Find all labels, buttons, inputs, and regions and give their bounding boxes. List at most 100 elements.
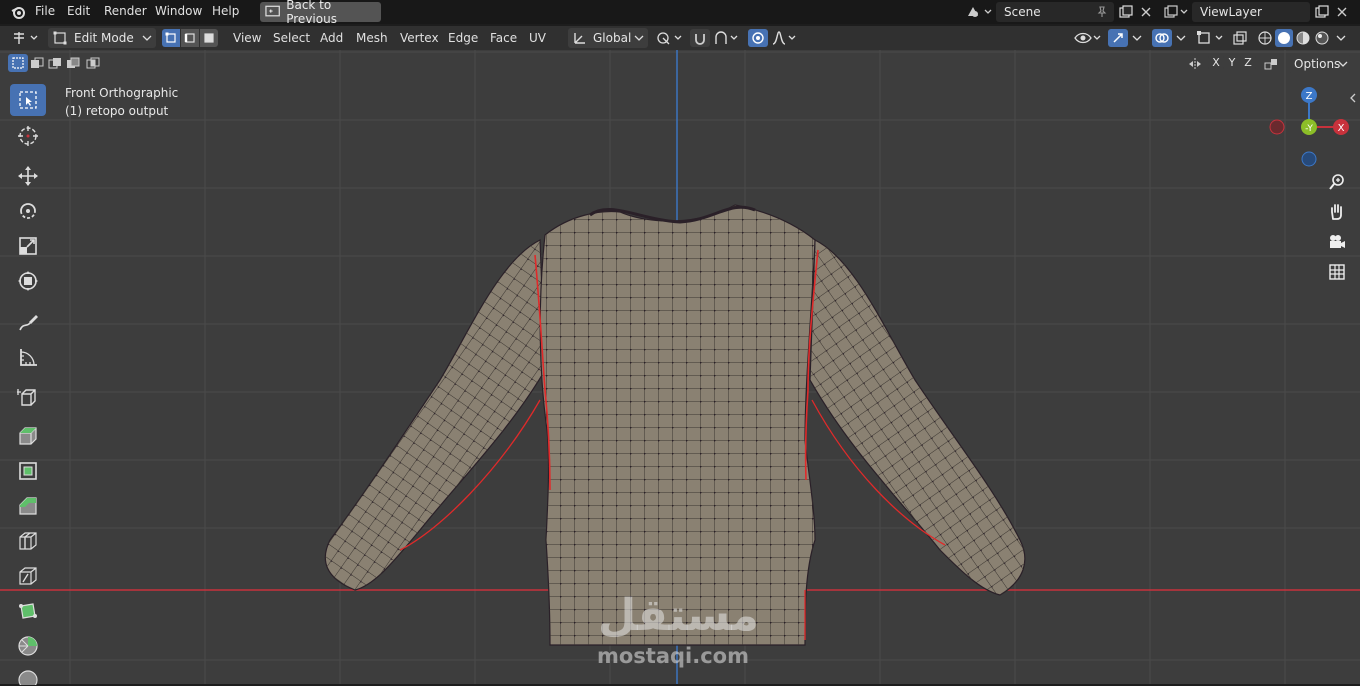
extrude-tool[interactable] (10, 420, 46, 452)
knife-tool[interactable] (10, 560, 46, 592)
proportional-editing-icon[interactable] (748, 29, 768, 47)
inset-tool[interactable] (10, 455, 46, 487)
menu-edit[interactable]: Edit (67, 4, 90, 18)
axis-lock-x[interactable]: X (1208, 56, 1224, 69)
select-box-tool[interactable] (10, 84, 46, 116)
rotate-icon (20, 203, 36, 219)
add-cube-tool[interactable] (10, 381, 46, 413)
header-menu-select[interactable]: Select (273, 31, 310, 45)
auto-merge-icon[interactable] (1262, 55, 1280, 73)
select-intersect-icon[interactable] (84, 54, 102, 72)
new-viewlayer-icon[interactable] (1312, 3, 1332, 21)
select-new-icon[interactable] (8, 54, 28, 72)
overlays-dropdown-icon[interactable] (1174, 29, 1188, 47)
shading-dropdown-icon[interactable] (1334, 29, 1348, 47)
snap-toggle-icon[interactable] (690, 29, 710, 47)
rendered-shading-icon[interactable] (1313, 29, 1331, 47)
axis-lock-z[interactable]: Z (1240, 56, 1256, 69)
ortho-toggle-button[interactable] (1324, 259, 1350, 285)
blender-logo-icon[interactable] (8, 3, 28, 21)
cursor-tool[interactable] (10, 120, 46, 152)
transform-icon (18, 271, 38, 291)
header-menu-vertex[interactable]: Vertex (400, 31, 439, 45)
viewlayer-selector-icon[interactable] (1162, 3, 1190, 21)
select-invert-icon[interactable] (64, 54, 82, 72)
bevel-tool[interactable] (10, 490, 46, 522)
zoom-button[interactable] (1324, 169, 1350, 195)
face-select-mode-button[interactable] (200, 29, 218, 47)
delete-scene-icon[interactable] (1138, 3, 1154, 21)
orientation-dropdown[interactable]: Global (568, 28, 648, 48)
camera-view-button[interactable] (1324, 229, 1350, 255)
menu-window[interactable]: Window (155, 4, 202, 18)
menu-file[interactable]: File (35, 4, 55, 18)
measure-tool[interactable] (10, 341, 46, 373)
select-subtract-icon[interactable] (46, 54, 64, 72)
mode-dropdown[interactable]: Edit Mode (48, 28, 156, 48)
axis-lock-y[interactable]: Y (1224, 56, 1240, 69)
overlays-toggle-icon[interactable] (1152, 29, 1172, 47)
vertex-select-mode-button[interactable] (162, 29, 180, 47)
new-scene-icon[interactable] (1116, 3, 1136, 21)
xray-toggle-icon[interactable] (1230, 29, 1250, 47)
viewlayer-field[interactable]: ViewLayer (1192, 2, 1310, 22)
annotate-tool[interactable] (10, 306, 46, 338)
falloff-curve-icon[interactable] (770, 29, 800, 47)
3d-viewport[interactable]: X Y Z Options Front Orthographic (1) ret… (0, 50, 1360, 684)
visibility-icon[interactable] (1072, 29, 1104, 47)
move-tool[interactable] (10, 160, 46, 192)
poly-build-tool[interactable] (10, 595, 46, 627)
pin-icon[interactable] (1094, 4, 1110, 20)
gizmo-y-label: -Y (1305, 124, 1313, 134)
pan-button[interactable] (1324, 199, 1350, 225)
scale-tool[interactable] (10, 230, 46, 262)
gizmo-neg-z-axis (1301, 151, 1317, 167)
header-menu-view[interactable]: View (233, 31, 261, 45)
edge-select-mode-button[interactable] (181, 29, 199, 47)
menu-help[interactable]: Help (212, 4, 239, 18)
loop-cut-tool[interactable] (10, 525, 46, 557)
rotate-tool[interactable] (10, 195, 46, 227)
solid-shading-icon[interactable] (1275, 29, 1293, 47)
screen-icon (265, 5, 280, 17)
delete-viewlayer-icon[interactable] (1334, 3, 1350, 21)
wireframe-shading-icon[interactable] (1256, 29, 1274, 47)
orientation-icon (574, 33, 585, 44)
back-to-previous-label: Back to Previous (286, 0, 337, 26)
header-menu-add[interactable]: Add (320, 31, 343, 45)
chevron-down-icon (1338, 61, 1348, 67)
add-cube-icon (17, 389, 36, 406)
gizmo-z-label: Z (1306, 91, 1313, 102)
scene-selector-icon[interactable] (964, 3, 994, 21)
editor-type-icon[interactable] (10, 29, 42, 47)
orientation-label: Global (593, 31, 632, 45)
spin-tool[interactable] (10, 630, 46, 662)
gizmo-dropdown-icon[interactable] (1130, 29, 1144, 47)
mesh-edit-overlay-icon[interactable] (1194, 29, 1228, 47)
options-dropdown[interactable]: Options (1288, 55, 1352, 73)
mirror-icon[interactable] (1186, 55, 1204, 73)
menu-render[interactable]: Render (104, 4, 147, 18)
measure-icon (20, 349, 37, 366)
select-extend-icon[interactable] (28, 54, 46, 72)
back-to-previous-button[interactable]: Back to Previous (260, 0, 381, 26)
header-menu-edge[interactable]: Edge (448, 31, 478, 45)
top-bar: File Edit Render Window Help Back to Pre… (0, 0, 1360, 26)
loop-cut-icon (19, 532, 37, 550)
extrude-icon (19, 427, 37, 445)
smooth-tool[interactable] (10, 665, 46, 685)
navigation-gizmo[interactable]: Z X -Y (1264, 82, 1354, 172)
camera-icon (1330, 235, 1345, 248)
material-shading-icon[interactable] (1294, 29, 1312, 47)
scene-name: Scene (1004, 5, 1041, 19)
header-menu-uv[interactable]: UV (529, 31, 546, 45)
gizmo-toggle-icon[interactable] (1108, 29, 1128, 47)
select-box-icon (19, 91, 37, 109)
snap-target-icon[interactable] (712, 29, 742, 47)
transform-tool[interactable] (10, 265, 46, 297)
pivot-point-icon[interactable] (654, 29, 686, 47)
sweater-mesh (324, 204, 1026, 646)
watermark-latin: mostaqi.com (597, 644, 749, 668)
header-menu-mesh[interactable]: Mesh (356, 31, 388, 45)
header-menu-face[interactable]: Face (490, 31, 517, 45)
